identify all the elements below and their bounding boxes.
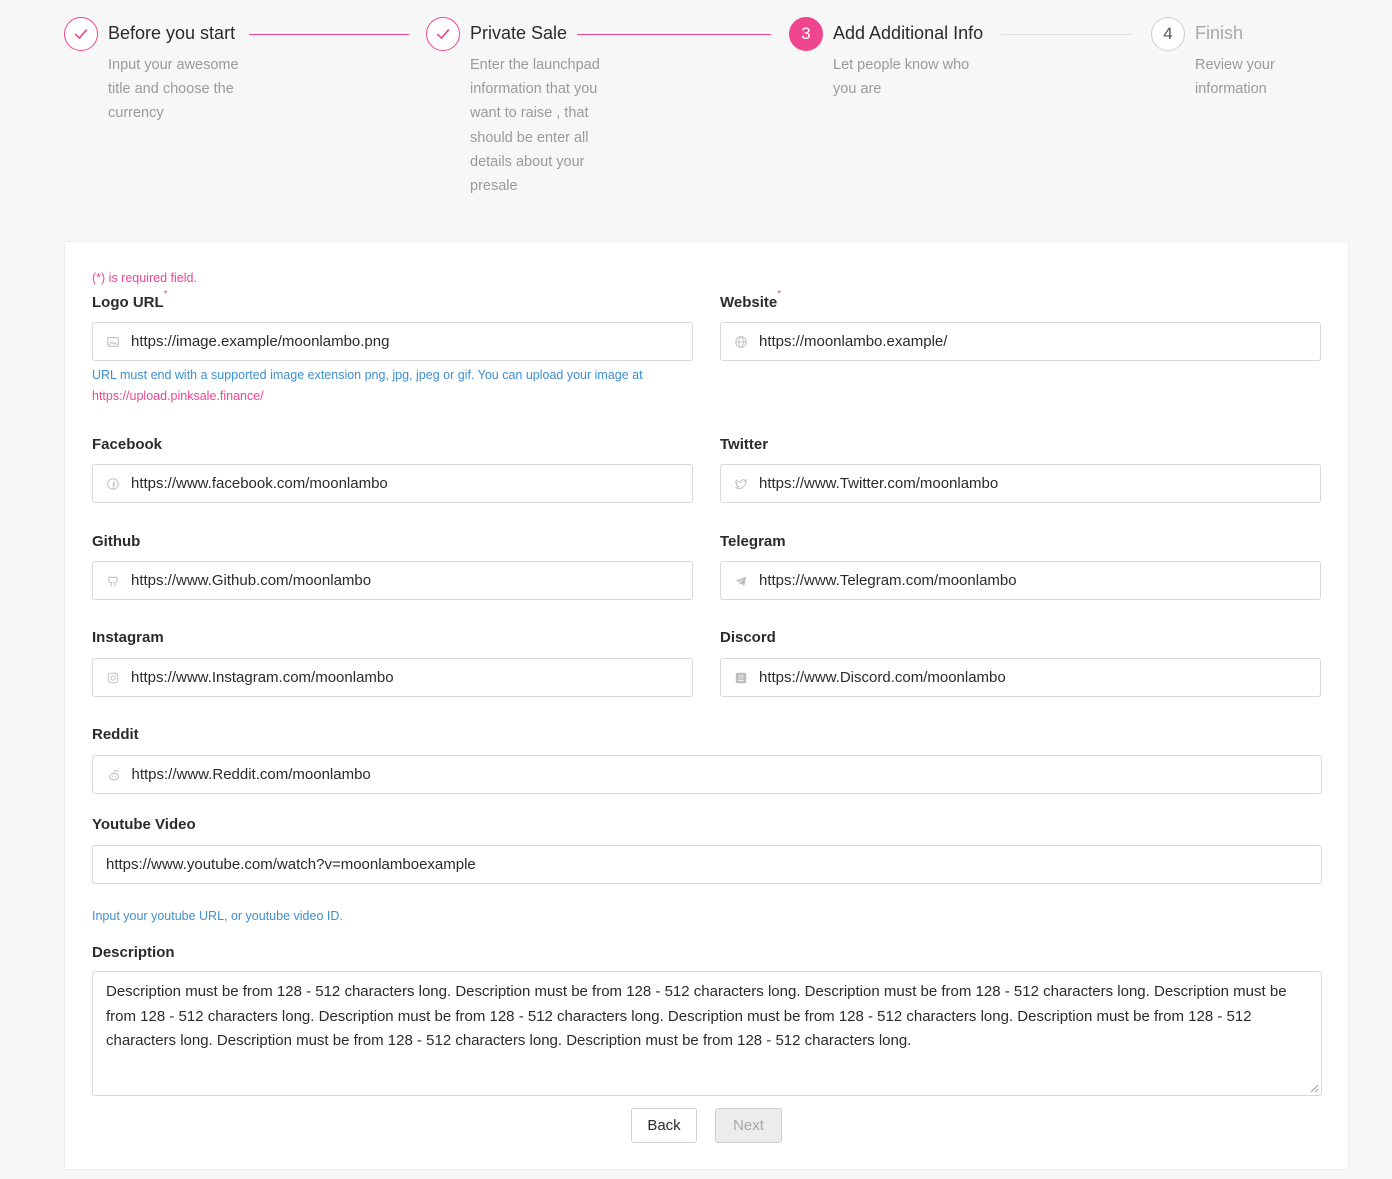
image-icon <box>106 334 121 350</box>
instagram-icon <box>106 670 121 686</box>
logo-url-input[interactable] <box>130 333 692 350</box>
telegram-input[interactable] <box>758 572 1320 589</box>
description-textarea[interactable]: Description must be from 128 - 512 chara… <box>93 972 1321 1095</box>
logo-url-label: Logo URL* <box>92 289 168 311</box>
logo-url-field[interactable] <box>92 322 693 361</box>
telegram-label: Telegram <box>720 533 786 550</box>
youtube-label: Youtube Video <box>92 816 196 833</box>
check-icon <box>64 17 98 51</box>
step-title: Finish <box>1195 23 1244 43</box>
additional-info-form: (*) is required field. Logo URL* URL mus… <box>64 241 1349 1170</box>
step-description: Let people know who you are <box>833 57 970 98</box>
required-mark: * <box>777 289 782 300</box>
github-input[interactable] <box>130 572 692 589</box>
youtube-input[interactable] <box>93 856 1321 873</box>
twitter-input[interactable] <box>758 475 1320 492</box>
instagram-label: Instagram <box>92 629 164 646</box>
facebook-label: Facebook <box>92 436 163 453</box>
twitter-label: Twitter <box>720 436 769 453</box>
telegram-field[interactable] <box>720 561 1321 600</box>
reddit-label: Reddit <box>92 726 139 743</box>
step-connector <box>249 34 409 35</box>
discord-label: Discord <box>720 629 776 646</box>
progress-steps: Before you start Input your awesome titl… <box>0 0 1392 220</box>
twitter-field[interactable] <box>720 464 1321 503</box>
instagram-input[interactable] <box>130 669 692 686</box>
description-field[interactable]: Description must be from 128 - 512 chara… <box>92 971 1322 1096</box>
telegram-icon <box>734 573 749 589</box>
website-label: Website* <box>720 289 782 311</box>
logo-url-help: URL must end with a supported image exte… <box>92 368 643 403</box>
resize-handle-icon[interactable] <box>1309 1083 1319 1093</box>
website-input[interactable] <box>758 333 1320 350</box>
facebook-icon <box>106 476 121 492</box>
check-icon <box>426 17 460 51</box>
facebook-field[interactable] <box>92 464 693 503</box>
reddit-field[interactable] <box>92 755 1322 794</box>
github-field[interactable] <box>92 561 693 600</box>
step-title: Add Additional Info <box>833 23 984 43</box>
step-number: 3 <box>789 17 823 51</box>
required-mark: * <box>163 289 168 300</box>
step-description: Input your awesome title and choose the … <box>108 57 239 122</box>
reddit-icon <box>106 767 122 783</box>
facebook-input[interactable] <box>130 475 692 492</box>
next-button[interactable]: Next <box>715 1108 782 1143</box>
step-description: Review your information <box>1195 57 1275 98</box>
step-title: Before you start <box>108 23 236 43</box>
globe-icon <box>734 334 749 350</box>
discord-icon <box>734 670 749 686</box>
step-number: 4 <box>1151 17 1185 51</box>
github-icon <box>106 573 121 589</box>
youtube-help: Input your youtube URL, or youtube video… <box>92 909 343 923</box>
step-title: Private Sale <box>470 23 568 43</box>
github-label: Github <box>92 533 141 550</box>
upload-link[interactable]: https://upload.pinksale.finance/ <box>92 389 264 403</box>
description-label: Description <box>92 944 175 961</box>
back-button[interactable]: Back <box>631 1108 697 1143</box>
step-connector <box>577 34 771 35</box>
instagram-field[interactable] <box>92 658 693 697</box>
website-field[interactable] <box>720 322 1321 361</box>
discord-field[interactable] <box>720 658 1321 697</box>
twitter-icon <box>734 476 749 492</box>
reddit-input[interactable] <box>131 766 1321 783</box>
discord-input[interactable] <box>758 669 1320 686</box>
step-connector <box>1001 34 1133 35</box>
required-note: (*) is required field. <box>92 271 197 285</box>
step-description: Enter the launchpad information that you… <box>470 57 600 195</box>
youtube-field[interactable] <box>92 845 1322 884</box>
